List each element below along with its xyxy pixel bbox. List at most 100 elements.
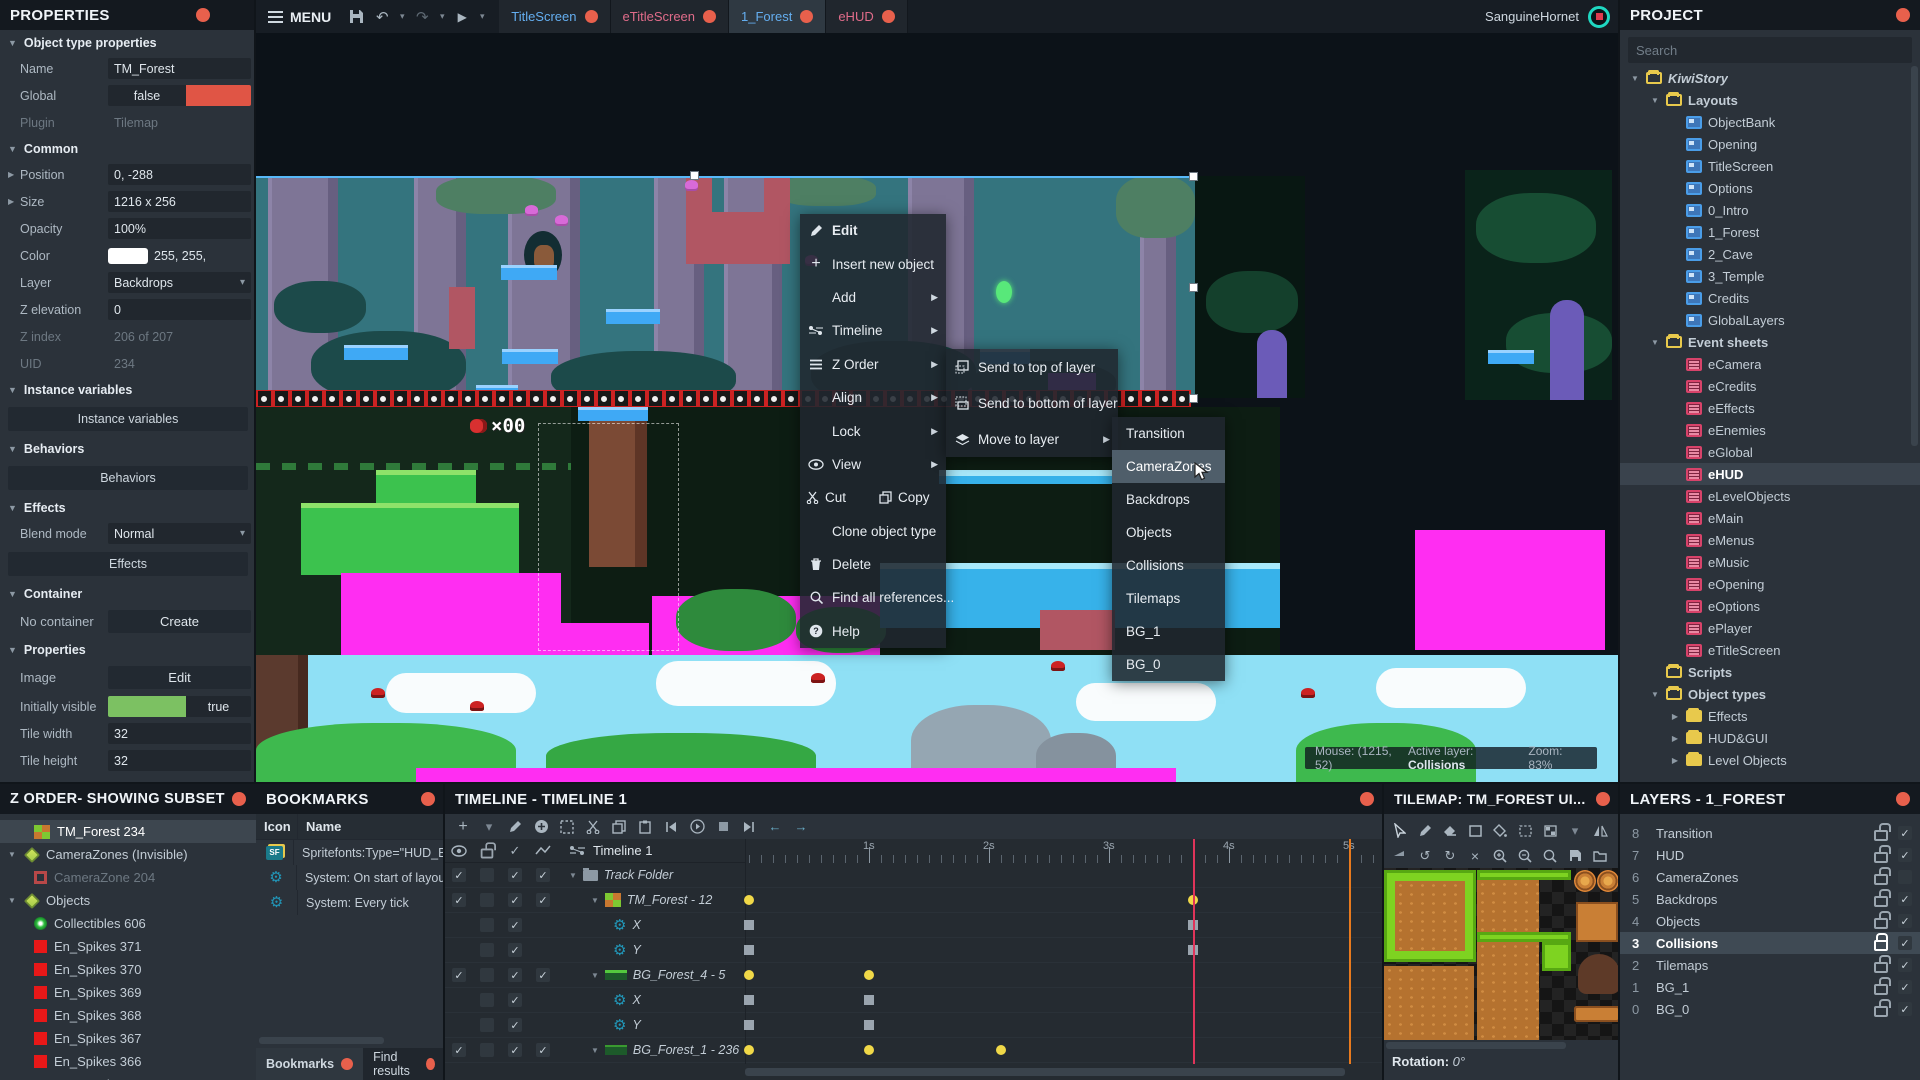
collapse-arrow-icon[interactable]: ▼ <box>8 896 18 905</box>
select-region-icon[interactable] <box>555 820 579 834</box>
copy-icon[interactable] <box>607 820 631 834</box>
checkbox-empty[interactable] <box>480 943 494 957</box>
pencil-tool-icon[interactable] <box>1413 824 1437 837</box>
tree-item-eoptions[interactable]: eOptions <box>1620 595 1920 617</box>
username[interactable]: SanguineHornet <box>1485 9 1579 24</box>
keyframe-dot[interactable] <box>744 895 754 905</box>
tree-item-globallayers[interactable]: GlobalLayers <box>1620 309 1920 331</box>
tree-item-titlescreen[interactable]: TitleScreen <box>1620 155 1920 177</box>
checkbox-checked[interactable]: ✓ <box>508 868 522 882</box>
keyframe-square[interactable] <box>864 1020 874 1030</box>
tree-arrow-icon[interactable]: ▼ <box>1630 74 1640 83</box>
load-tilemap-icon[interactable] <box>1588 850 1612 862</box>
tree-item-ecredits[interactable]: eCredits <box>1620 375 1920 397</box>
lock-closed-icon[interactable] <box>1874 940 1888 951</box>
tree-item-credits[interactable]: Credits <box>1620 287 1920 309</box>
expand-arrow-icon[interactable]: ▶ <box>8 170 14 179</box>
menu-item-help[interactable]: ?Help <box>800 615 946 648</box>
menu-item-align[interactable]: Align▶ <box>800 381 946 414</box>
color-swatch[interactable] <box>108 248 148 264</box>
checkbox-checked[interactable]: ✓ <box>452 893 466 907</box>
divider[interactable] <box>1382 784 1384 1080</box>
checkbox-checked[interactable]: ✓ <box>508 993 522 1007</box>
layer-menu-item-bg_1[interactable]: BG_1 <box>1112 615 1225 648</box>
keyframe-dot[interactable] <box>744 1045 754 1055</box>
tree-item-object-types[interactable]: ▼Object types <box>1620 683 1920 705</box>
rotate-cw-icon[interactable]: ↻ <box>1438 848 1462 864</box>
visible-toggle[interactable]: true <box>108 696 251 717</box>
divider[interactable] <box>1618 0 1620 1080</box>
menu-item-timeline[interactable]: Timeline▶ <box>800 314 946 347</box>
tree-item-eenemies[interactable]: eEnemies <box>1620 419 1920 441</box>
next-keyframe-icon[interactable]: → <box>789 819 813 834</box>
tree-arrow-icon[interactable]: ▶ <box>1670 734 1680 743</box>
zorder-item-collectibles-606[interactable]: Collectibles 606 <box>0 912 256 935</box>
checkbox-checked[interactable]: ✓ <box>508 1043 522 1057</box>
section-object-type-properties[interactable]: ▼Object type properties <box>0 30 256 55</box>
prop-value-blend-mode[interactable]: Normal <box>108 523 251 544</box>
menu-item-cut[interactable]: Cut <box>800 481 873 514</box>
layer-visible-checkbox[interactable]: ✓ <box>1898 980 1912 994</box>
timeline-scrollbar[interactable] <box>745 1068 1345 1076</box>
select-tiles-icon[interactable] <box>1513 825 1537 837</box>
selection-handle[interactable] <box>1189 394 1198 403</box>
zorder-item-camerazone-204[interactable]: CameraZone 204 <box>0 866 256 889</box>
layer-menu-item-tilemaps[interactable]: Tilemaps <box>1112 582 1225 615</box>
layer-visible-checkbox[interactable]: ✓ <box>1898 892 1912 906</box>
submenu-item-send-to-top-of-layer[interactable]: Send to top of layer <box>946 349 1118 385</box>
create-button[interactable]: Create <box>108 610 251 633</box>
tree-item-3-temple[interactable]: 3_Temple <box>1620 265 1920 287</box>
checkbox-checked[interactable]: ✓ <box>508 943 522 957</box>
keyframe-square[interactable] <box>744 1020 754 1030</box>
divider[interactable] <box>0 782 1920 784</box>
selection-handle[interactable] <box>1189 172 1198 181</box>
eraser-tool-icon[interactable] <box>1438 825 1462 837</box>
collapse-arrow-icon[interactable]: ▼ <box>8 850 18 859</box>
tree-item-2-cave[interactable]: 2_Cave <box>1620 243 1920 265</box>
menu-item-view[interactable]: View▶ <box>800 448 946 481</box>
skip-start-icon[interactable] <box>659 821 683 833</box>
skip-end-icon[interactable] <box>737 821 761 833</box>
menu-item-z-order[interactable]: Z Order▶ <box>800 348 946 381</box>
keyframe-square[interactable] <box>744 995 754 1005</box>
tree-arrow-icon[interactable]: ▼ <box>1650 690 1660 699</box>
section-common[interactable]: ▼Common <box>0 136 256 161</box>
tab-close-icon[interactable] <box>800 10 813 23</box>
global-toggle[interactable]: false <box>108 85 251 106</box>
zorder-item-objects[interactable]: ▼Objects <box>0 889 256 912</box>
tile-dropdown-icon[interactable]: ▾ <box>1563 823 1587 839</box>
timeline-root-label[interactable]: Timeline 1 <box>593 843 652 858</box>
layer-row-tilemaps[interactable]: 2Tilemaps✓ <box>1620 954 1920 976</box>
zoom-reset-icon[interactable] <box>1538 849 1562 863</box>
track-arrow-icon[interactable]: ▼ <box>591 971 599 980</box>
checkbox-empty[interactable] <box>480 968 494 982</box>
layer-menu-item-bg_0[interactable]: BG_0 <box>1112 648 1225 681</box>
divider[interactable] <box>254 0 256 784</box>
menu-item-find-all-references-[interactable]: Find all references... <box>800 581 946 614</box>
tilemap-palette[interactable] <box>1384 868 1620 1040</box>
project-search[interactable] <box>1628 37 1912 63</box>
rectangle-tool-icon[interactable] <box>1463 825 1487 837</box>
tile-window-icon[interactable] <box>1538 825 1562 837</box>
zorder-item-en-spikes-371[interactable]: En_Spikes 371 <box>0 935 256 958</box>
keyframe-square[interactable] <box>744 945 754 955</box>
menu-item-clone-object-type[interactable]: Clone object type <box>800 515 946 548</box>
checkbox-checked[interactable]: ✓ <box>508 893 522 907</box>
track-arrow-icon[interactable]: ▼ <box>569 871 577 880</box>
checkbox-empty[interactable] <box>480 893 494 907</box>
selection-handle[interactable] <box>1189 283 1198 292</box>
search-input[interactable] <box>1636 43 1904 58</box>
add-track-icon[interactable]: + <box>451 818 475 836</box>
main-menu-button[interactable]: MENU <box>256 0 343 33</box>
tree-item-effects[interactable]: ▶Effects <box>1620 705 1920 727</box>
bookmark-row[interactable]: ⚙System: Every tick <box>256 890 445 915</box>
zorder-item-en-beetle-19[interactable]: En_Beetle 19 <box>0 1073 256 1080</box>
layer-menu-item-objects[interactable]: Objects <box>1112 516 1225 549</box>
keyframe-dot[interactable] <box>996 1045 1006 1055</box>
menu-item-edit[interactable]: Edit <box>800 214 946 247</box>
prop-value-z-elevation[interactable]: 0 <box>108 299 251 320</box>
layer-row-backdrops[interactable]: 5Backdrops✓ <box>1620 888 1920 910</box>
section-instance-variables[interactable]: ▼Instance variables <box>0 377 256 402</box>
behaviors-button[interactable]: Behaviors <box>8 466 248 490</box>
tree-item-opening[interactable]: Opening <box>1620 133 1920 155</box>
